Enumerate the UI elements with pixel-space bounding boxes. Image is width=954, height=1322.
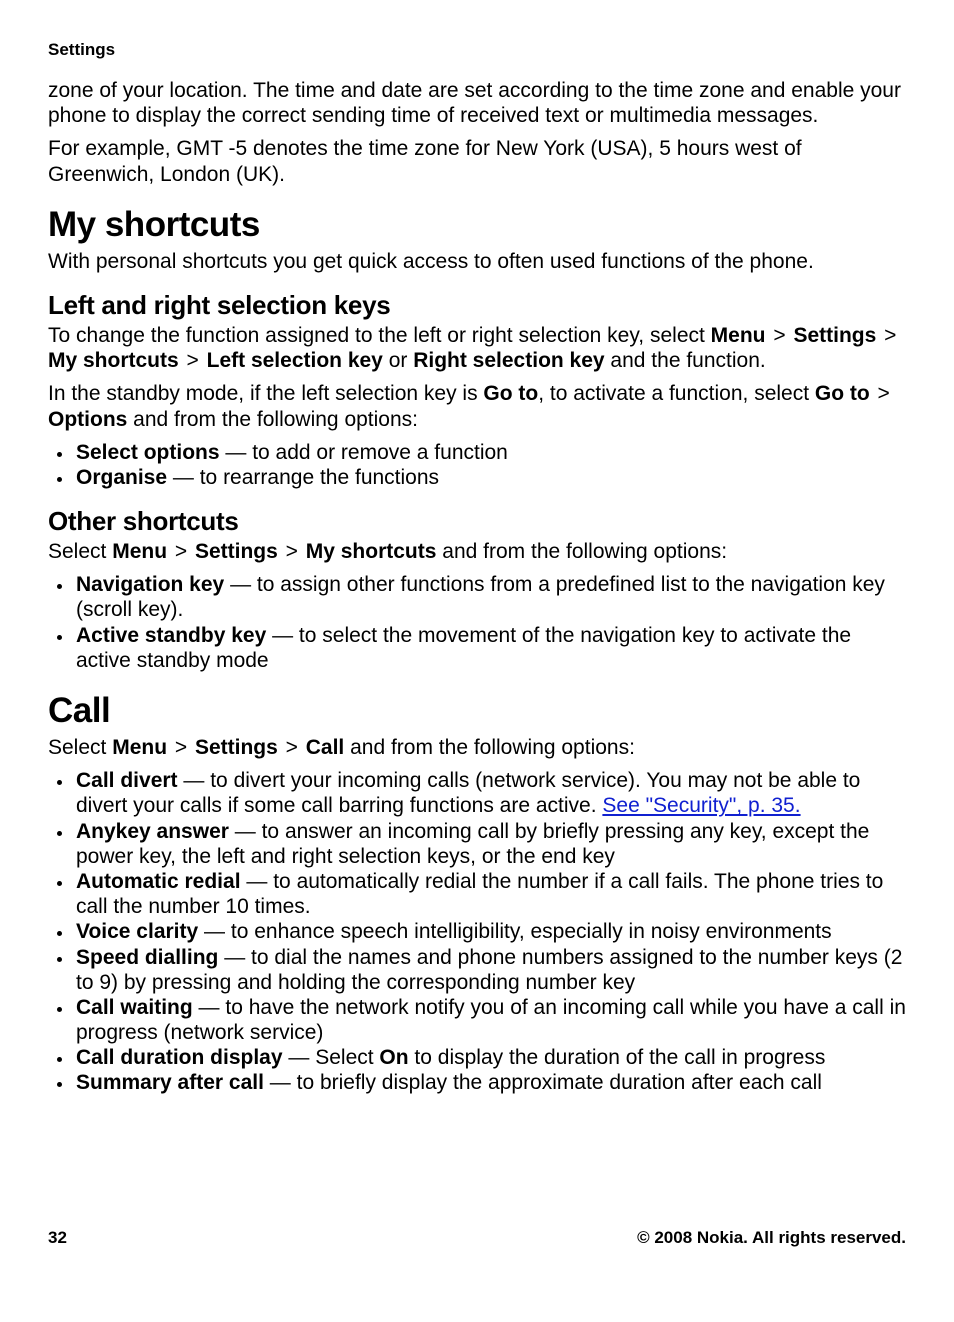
list-item: Navigation key — to assign other functio… <box>74 572 906 622</box>
text: and from the following options: <box>344 736 635 759</box>
option-label: Active standby key <box>76 624 266 647</box>
option-desc: — to rearrange the functions <box>167 466 439 489</box>
other-shortcuts-list: Navigation key — to assign other functio… <box>48 572 906 673</box>
list-item: Call duration display — Select On to dis… <box>74 1045 906 1070</box>
option-label: Summary after call <box>76 1071 264 1094</box>
option-label: Call divert <box>76 769 178 792</box>
option-desc: — Select <box>283 1046 380 1069</box>
text: or <box>383 349 413 372</box>
list-item: Summary after call — to briefly display … <box>74 1070 906 1095</box>
breadcrumb-separator: > <box>766 324 794 347</box>
settings-label: Settings <box>195 540 278 563</box>
left-right-keys-p1: To change the function assigned to the l… <box>48 323 906 373</box>
text: In the standby mode, if the left selecti… <box>48 382 483 405</box>
list-item: Voice clarity — to enhance speech intell… <box>74 919 906 944</box>
text: Select <box>48 736 112 759</box>
heading-other-shortcuts: Other shortcuts <box>48 506 906 537</box>
text: and from the following options: <box>127 408 418 431</box>
breadcrumb-separator: > <box>167 736 195 759</box>
list-item: Organise — to rearrange the functions <box>74 465 906 490</box>
option-label: Speed dialling <box>76 946 218 969</box>
right-selection-key-label: Right selection key <box>413 349 604 372</box>
text: To change the function assigned to the l… <box>48 324 711 347</box>
option-desc: — to enhance speech intelligibility, esp… <box>198 920 831 943</box>
option-desc: to display the duration of the call in p… <box>409 1046 826 1069</box>
intro-paragraph-2: For example, GMT -5 denotes the time zon… <box>48 136 906 186</box>
breadcrumb-separator: > <box>278 736 306 759</box>
my-shortcuts-label: My shortcuts <box>48 349 179 372</box>
go-to-label: Go to <box>483 382 538 405</box>
left-right-keys-list: Select options — to add or remove a func… <box>48 440 906 490</box>
option-label: Call waiting <box>76 996 193 1019</box>
list-item: Call waiting — to have the network notif… <box>74 995 906 1045</box>
call-p: Select Menu > Settings > Call and from t… <box>48 735 906 760</box>
text: and the function. <box>605 349 766 372</box>
option-desc: — to add or remove a function <box>220 441 508 464</box>
menu-label: Menu <box>112 736 167 759</box>
list-item: Call divert — to divert your incoming ca… <box>74 768 906 818</box>
left-right-keys-p2: In the standby mode, if the left selecti… <box>48 381 906 431</box>
breadcrumb-separator: > <box>870 382 892 405</box>
option-desc: — to have the network notify you of an i… <box>76 996 906 1044</box>
options-label: Options <box>48 408 127 431</box>
breadcrumb-separator: > <box>179 349 207 372</box>
settings-label: Settings <box>793 324 876 347</box>
go-to-label: Go to <box>815 382 870 405</box>
option-desc: — to briefly display the approximate dur… <box>264 1071 822 1094</box>
text: and from the following options: <box>436 540 727 563</box>
text: Select <box>48 540 112 563</box>
option-label: Organise <box>76 466 167 489</box>
security-link[interactable]: See "Security", p. 35. <box>602 794 800 817</box>
option-label: Call duration display <box>76 1046 283 1069</box>
option-label: Automatic redial <box>76 870 241 893</box>
other-shortcuts-p: Select Menu > Settings > My shortcuts an… <box>48 539 906 564</box>
text: , to activate a function, select <box>538 382 815 405</box>
running-header: Settings <box>48 40 906 60</box>
on-label: On <box>379 1046 408 1069</box>
menu-label: Menu <box>711 324 766 347</box>
left-selection-key-label: Left selection key <box>207 349 383 372</box>
option-label: Select options <box>76 441 220 464</box>
my-shortcuts-lead: With personal shortcuts you get quick ac… <box>48 249 906 274</box>
settings-label: Settings <box>195 736 278 759</box>
my-shortcuts-label: My shortcuts <box>306 540 437 563</box>
heading-my-shortcuts: My shortcuts <box>48 205 906 245</box>
call-options-list: Call divert — to divert your incoming ca… <box>48 768 906 1095</box>
list-item: Select options — to add or remove a func… <box>74 440 906 465</box>
intro-paragraph-1: zone of your location. The time and date… <box>48 78 906 128</box>
page-number: 32 <box>48 1228 67 1247</box>
copyright: © 2008 Nokia. All rights reserved. <box>637 1228 906 1248</box>
page-footer: 32 © 2008 Nokia. All rights reserved. <box>48 1228 906 1248</box>
list-item: Speed dialling — to dial the names and p… <box>74 945 906 995</box>
option-label: Navigation key <box>76 573 224 596</box>
heading-call: Call <box>48 691 906 731</box>
option-label: Voice clarity <box>76 920 198 943</box>
breadcrumb-separator: > <box>876 324 898 347</box>
menu-label: Menu <box>112 540 167 563</box>
list-item: Automatic redial — to automatically redi… <box>74 869 906 919</box>
list-item: Anykey answer — to answer an incoming ca… <box>74 819 906 869</box>
call-label: Call <box>306 736 345 759</box>
breadcrumb-separator: > <box>167 540 195 563</box>
breadcrumb-separator: > <box>278 540 306 563</box>
heading-left-right-keys: Left and right selection keys <box>48 290 906 321</box>
option-label: Anykey answer <box>76 820 229 843</box>
list-item: Active standby key — to select the movem… <box>74 623 906 673</box>
